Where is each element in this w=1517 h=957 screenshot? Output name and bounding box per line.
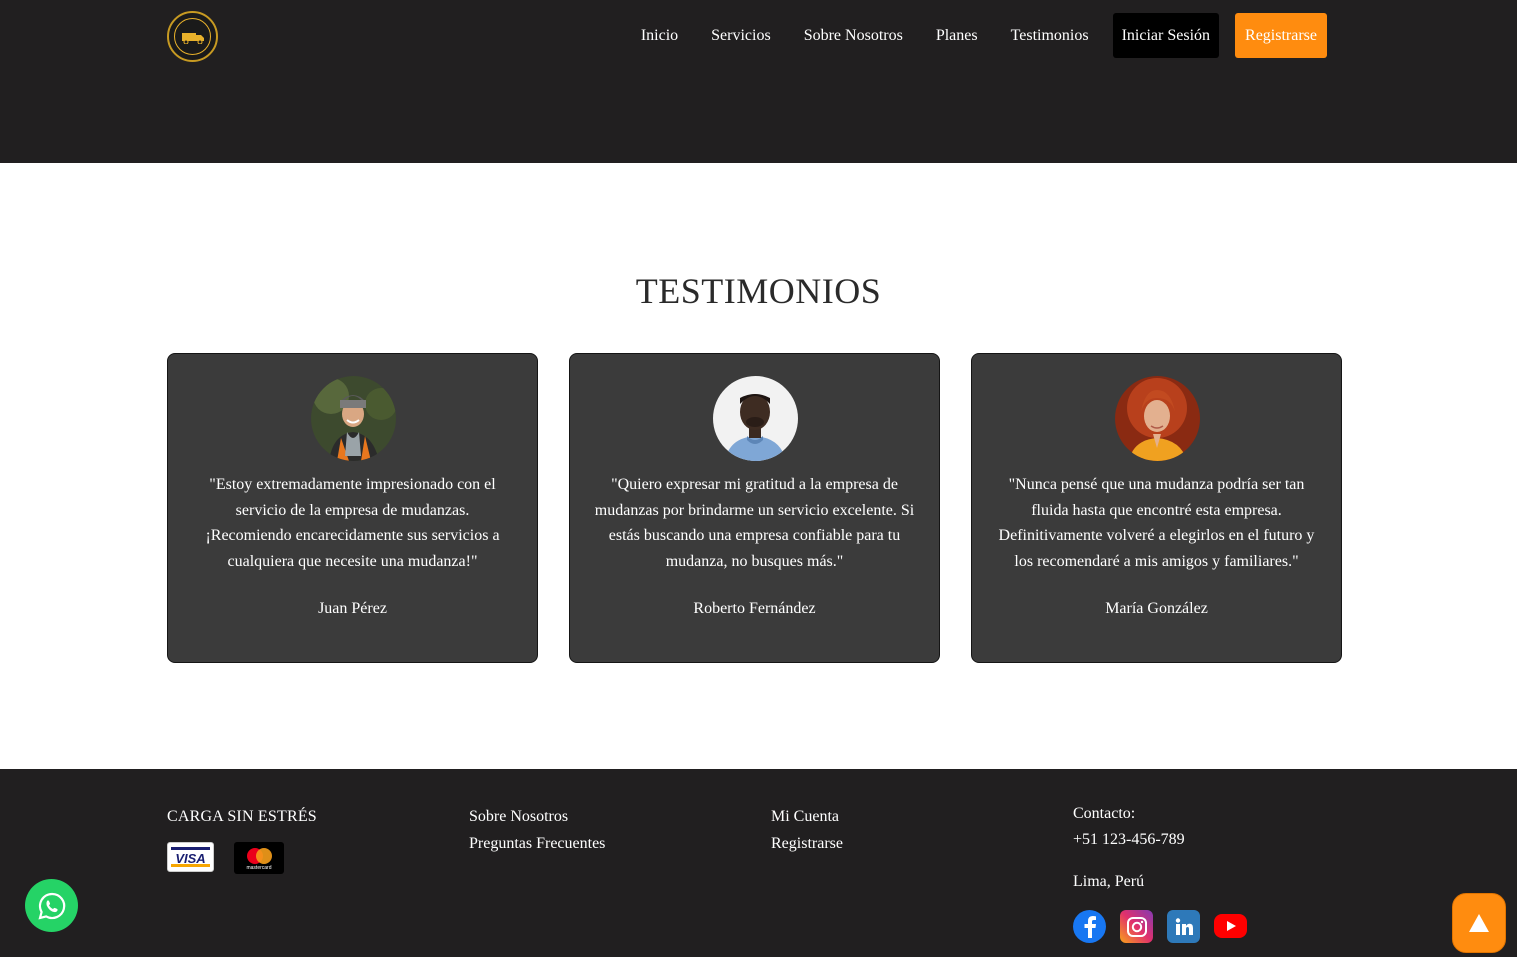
testimonial-card: "Nunca pensé que una mudanza podría ser … — [971, 353, 1342, 663]
testimonial-quote: "Estoy extremadamente impresionado con e… — [205, 476, 500, 570]
social-links — [1073, 910, 1247, 943]
nav-planes[interactable]: Planes — [936, 27, 978, 45]
testimonial-quote: "Nunca pensé que una mudanza podría ser … — [998, 476, 1315, 570]
visa-icon: VISA — [167, 842, 214, 872]
nav-inicio[interactable]: Inicio — [641, 27, 678, 45]
testimonial-card: "Quiero expresar mi gratitud a la empres… — [569, 353, 940, 663]
avatar — [311, 376, 396, 461]
company-logo[interactable] — [167, 11, 218, 62]
footer-link-registrarse[interactable]: Registrarse — [771, 830, 843, 857]
footer-link-mi-cuenta[interactable]: Mi Cuenta — [771, 803, 843, 830]
contact-phone[interactable]: +51 123-456-789 — [1073, 827, 1247, 853]
footer-links-column: Sobre Nosotros Preguntas Frecuentes — [469, 803, 605, 857]
nav-testimonios[interactable]: Testimonios — [1011, 27, 1089, 45]
testimonial-quote: "Quiero expresar mi gratitud a la empres… — [594, 476, 915, 570]
footer-account-column: Mi Cuenta Registrarse — [771, 803, 843, 857]
avatar — [713, 376, 798, 461]
site-footer: CARGA SIN ESTRÉS VISA mastercard Sobre N… — [0, 769, 1517, 957]
footer-contact-column: Contacto: +51 123-456-789 Lima, Perú — [1073, 801, 1247, 943]
testimonials-list: "Estoy extremadamente impresionado con e… — [167, 353, 1342, 663]
instagram-icon[interactable] — [1120, 910, 1153, 943]
footer-link-preguntas-frecuentes[interactable]: Preguntas Frecuentes — [469, 830, 605, 857]
mastercard-logo-text: mastercard — [246, 865, 272, 871]
youtube-icon[interactable] — [1214, 914, 1247, 938]
payment-methods: VISA mastercard — [167, 842, 317, 874]
facebook-icon[interactable] — [1073, 910, 1106, 943]
scroll-to-top-button[interactable] — [1452, 893, 1506, 953]
contact-city: Lima, Perú — [1073, 873, 1145, 890]
testimonial-author: Roberto Fernández — [693, 600, 816, 617]
register-button[interactable]: Registrarse — [1235, 13, 1327, 58]
mastercard-icon: mastercard — [234, 842, 284, 874]
linkedin-icon[interactable] — [1167, 910, 1200, 943]
testimonial-card: "Estoy extremadamente impresionado con e… — [167, 353, 538, 663]
footer-brand-column: CARGA SIN ESTRÉS VISA mastercard — [167, 803, 317, 874]
nav-sobre-nosotros[interactable]: Sobre Nosotros — [804, 27, 903, 45]
footer-brand: CARGA SIN ESTRÉS — [167, 808, 317, 825]
site-header: Inicio Servicios Sobre Nosotros Planes T… — [0, 0, 1517, 163]
whatsapp-button[interactable] — [25, 879, 78, 932]
avatar — [1115, 376, 1200, 461]
testimonials-title: TESTIMONIOS — [635, 271, 882, 311]
nav-servicios[interactable]: Servicios — [711, 27, 771, 45]
logo-truck-icon — [174, 18, 211, 55]
main-nav: Inicio Servicios Sobre Nosotros Planes T… — [641, 13, 1327, 58]
contact-label: Contacto: — [1073, 805, 1136, 822]
footer-link-sobre-nosotros[interactable]: Sobre Nosotros — [469, 803, 605, 830]
testimonial-author: Juan Pérez — [318, 600, 387, 617]
testimonial-author: María González — [1105, 600, 1208, 617]
arrow-up-icon — [1469, 914, 1489, 932]
login-button[interactable]: Iniciar Sesión — [1112, 13, 1220, 58]
whatsapp-icon — [37, 892, 65, 920]
